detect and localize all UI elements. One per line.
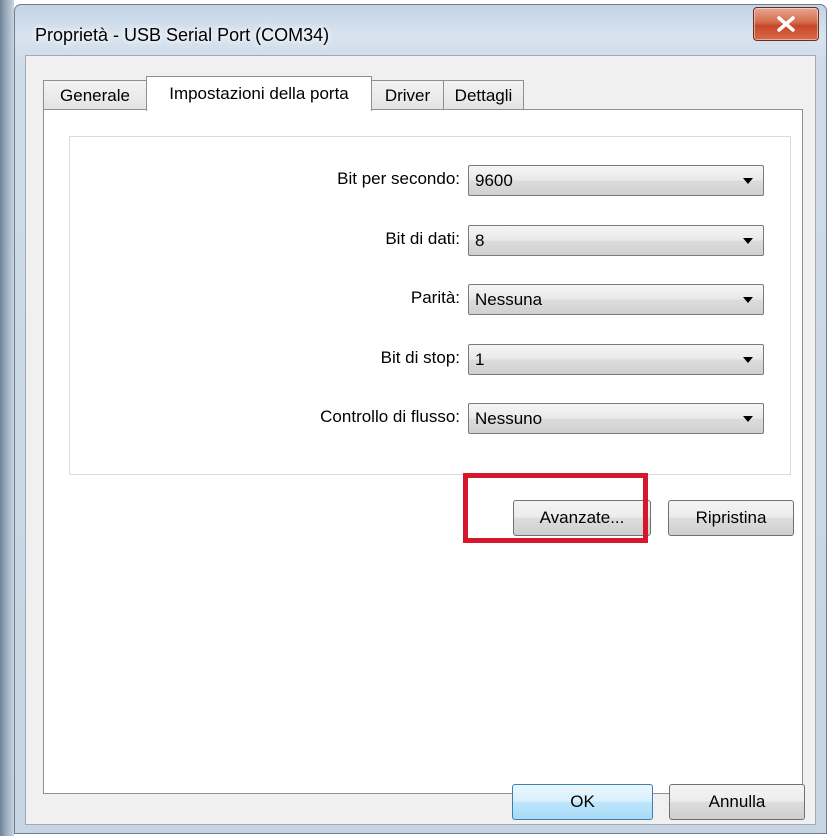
bits-per-second-label: Bit per secondo:	[337, 169, 460, 188]
chevron-down-icon	[743, 297, 753, 303]
chevron-down-icon	[743, 357, 753, 363]
close-x-icon	[775, 15, 797, 33]
desktop-background	[0, 0, 14, 836]
window-title: Proprietà - USB Serial Port (COM34)	[35, 25, 330, 45]
port-settings-group: Bit per secondo: 9600 Bit di dati: 8 Par…	[69, 136, 791, 475]
chevron-down-icon	[743, 238, 753, 244]
dialog-client-area: Generale Impostazioni della porta Driver…	[25, 55, 816, 825]
stop-bits-select[interactable]: 1	[468, 344, 764, 375]
data-bits-value: 8	[475, 231, 485, 250]
tab-dettagli[interactable]: Dettagli	[443, 80, 524, 110]
data-bits-select[interactable]: 8	[468, 225, 764, 256]
parity-value: Nessuna	[475, 290, 543, 309]
properties-dialog: Proprietà - USB Serial Port (COM34) Gene…	[14, 4, 827, 834]
tab-driver[interactable]: Driver	[371, 80, 444, 110]
chevron-down-icon	[743, 178, 753, 184]
flow-control-label: Controllo di flusso:	[320, 407, 460, 426]
tab-impostazioni-porta[interactable]: Impostazioni della porta	[146, 76, 372, 111]
restore-defaults-button[interactable]: Ripristina	[668, 500, 794, 536]
bits-per-second-select[interactable]: 9600	[468, 165, 764, 196]
ok-button[interactable]: OK	[512, 784, 653, 820]
stop-bits-label: Bit di stop:	[380, 348, 460, 367]
flow-control-select[interactable]: Nessuno	[468, 403, 764, 434]
cancel-button[interactable]: Annulla	[669, 784, 805, 820]
close-button[interactable]	[753, 7, 819, 41]
tab-panel: Bit per secondo: 9600 Bit di dati: 8 Par…	[43, 109, 803, 794]
parity-select[interactable]: Nessuna	[468, 284, 764, 315]
advanced-button[interactable]: Avanzate...	[513, 500, 651, 536]
flow-control-value: Nessuno	[475, 409, 543, 428]
parity-label: Parità:	[410, 288, 460, 307]
data-bits-label: Bit di dati:	[385, 229, 460, 248]
tab-strip: Generale Impostazioni della porta Driver…	[43, 74, 803, 111]
bits-per-second-value: 9600	[475, 171, 513, 190]
chevron-down-icon	[743, 416, 753, 422]
stop-bits-value: 1	[475, 350, 485, 369]
tab-generale[interactable]: Generale	[43, 80, 147, 110]
